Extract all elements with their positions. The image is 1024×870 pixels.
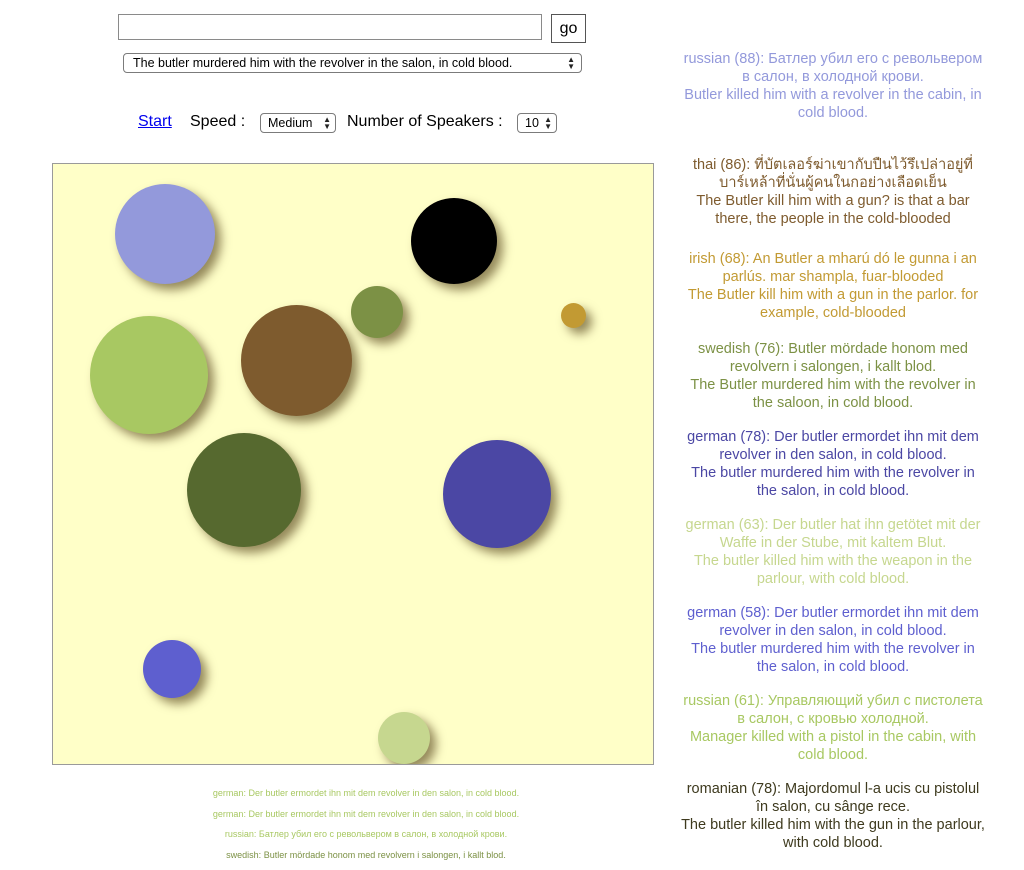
speed-select-value: Medium <box>268 116 313 130</box>
ball-periwinkle[interactable] <box>115 184 215 284</box>
speakers-select-value: 10 <box>525 116 539 130</box>
ball-black[interactable] <box>411 198 497 284</box>
ball-indigo[interactable] <box>443 440 551 548</box>
speech-translation: The butler killed him with the gun in th… <box>681 817 985 851</box>
speech-translation: The Butler kill him with a gun in the pa… <box>687 287 979 321</box>
speech-original: thai (86): ที่บัตเลอร์ฆ่าเขากับปืนไว้รึเ… <box>693 157 973 191</box>
log-line: swedish: Butler mördade honom med revolv… <box>226 849 506 860</box>
speech-translation: Manager killed with a pistol in the cabi… <box>689 729 977 763</box>
sentence-select[interactable]: The butler murdered him with the revolve… <box>123 53 582 73</box>
speech-translation: The Butler kill him with a gun? is that … <box>696 193 970 227</box>
go-button[interactable]: go <box>551 14 586 43</box>
speech-translation: The Butler murdered him with the revolve… <box>690 377 976 411</box>
speech-original: german (63): Der butler hat ihn getötet … <box>685 517 981 551</box>
select-arrows-icon: ▲ ▼ <box>567 55 575 71</box>
speed-label: Speed : <box>190 113 246 130</box>
translation-log: german: Der butler ermordet ihn mit dem … <box>180 788 552 870</box>
speaker-stage[interactable] <box>52 163 654 765</box>
speech-original: swedish (76): Butler mördade honom med r… <box>698 341 968 375</box>
ball-dark-green[interactable] <box>187 433 301 547</box>
speech-original: german (58): Der butler ermordet ihn mit… <box>687 605 979 639</box>
speech-translation: Butler killed him with a revolver in the… <box>684 87 982 121</box>
ball-mustard[interactable] <box>561 303 586 328</box>
start-link[interactable]: Start <box>138 113 172 131</box>
select-arrows-icon: ▲ ▼ <box>323 115 331 131</box>
log-line: german: Der butler ermordet ihn mit dem … <box>212 808 520 819</box>
speech-entry: irish (68): An Butler a mharú dó le gunn… <box>680 250 986 322</box>
speech-original: romanian (78): Majordomul l-a ucis cu pi… <box>686 781 980 815</box>
ball-pale-green[interactable] <box>378 712 430 764</box>
speech-original: russian (61): Управляющий убил с пистоле… <box>683 693 983 727</box>
speech-original: irish (68): An Butler a mharú dó le gunn… <box>689 251 977 285</box>
speech-entry: russian (61): Управляющий убил с пистоле… <box>680 692 986 764</box>
speed-select[interactable]: Medium ▲ ▼ <box>260 113 336 133</box>
speech-entry: swedish (76): Butler mördade honom med r… <box>680 340 986 412</box>
speech-translation: The butler killed him with the weapon in… <box>693 553 973 587</box>
speech-original: german (78): Der butler ermordet ihn mit… <box>687 429 979 463</box>
search-input[interactable] <box>118 14 542 40</box>
speech-entry: russian (88): Батлер убил его с револьве… <box>680 50 986 122</box>
sentence-select-value: The butler murdered him with the revolve… <box>133 56 513 70</box>
speech-translation: The butler murdered him with the revolve… <box>691 465 975 499</box>
speech-translation: The butler murdered him with the revolve… <box>691 641 975 675</box>
speech-entry: german (63): Der butler hat ihn getötet … <box>680 516 986 588</box>
speech-entry: romanian (78): Majordomul l-a ucis cu pi… <box>680 780 986 852</box>
log-line: russian: Батлер убил его с револьвером в… <box>224 829 508 839</box>
speech-entry: thai (86): ที่บัตเลอร์ฆ่าเขากับปืนไว้รึเ… <box>680 156 986 228</box>
ball-brown[interactable] <box>241 305 352 416</box>
select-arrows-icon: ▲ ▼ <box>544 115 552 131</box>
speakers-select[interactable]: 10 ▲ ▼ <box>517 113 557 133</box>
ball-lime[interactable] <box>90 316 208 434</box>
speech-entry: german (78): Der butler ermordet ihn mit… <box>680 428 986 500</box>
speech-entry: german (58): Der butler ermordet ihn mit… <box>680 604 986 676</box>
speakers-label: Number of Speakers : <box>347 113 503 130</box>
ball-olive-small[interactable] <box>351 286 403 338</box>
log-line: german: Der butler ermordet ihn mit dem … <box>212 788 520 798</box>
speech-original: russian (88): Батлер убил его с револьве… <box>683 51 983 85</box>
ball-blue[interactable] <box>143 640 201 698</box>
